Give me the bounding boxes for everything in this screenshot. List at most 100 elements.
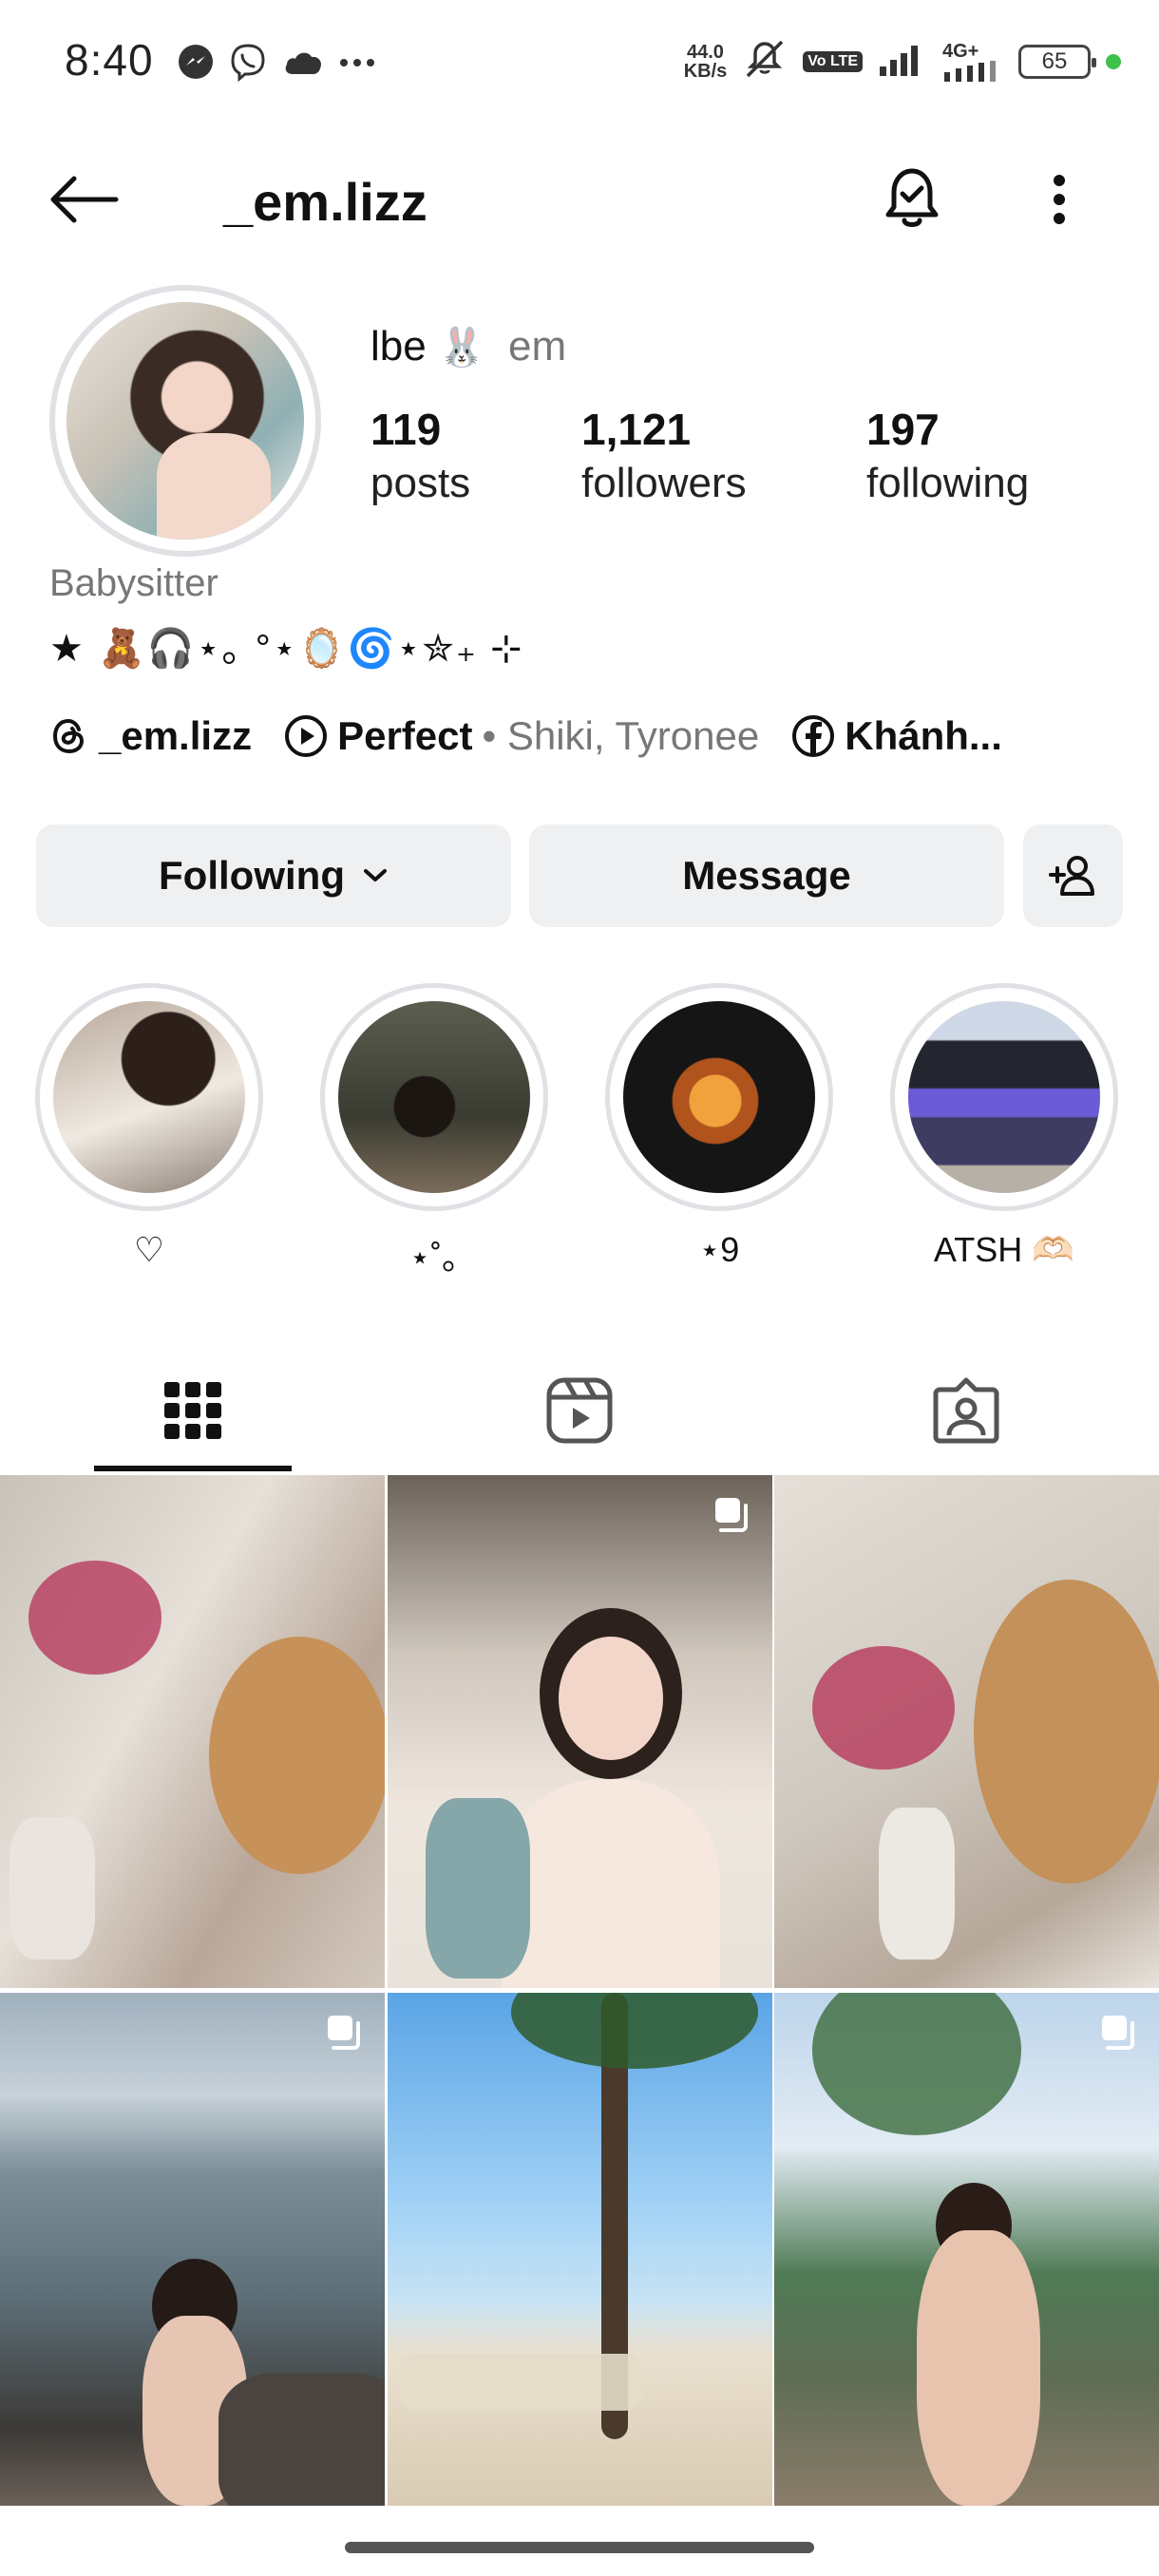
network-speed-value: 44.0 [687, 41, 724, 63]
highlight-label: ATSH 🫶🏻 [933, 1230, 1075, 1269]
palm-leaves-shape [511, 1993, 758, 2069]
highlight-cover [53, 1001, 245, 1193]
followers-label: followers [581, 460, 747, 506]
tulip-shape [28, 1561, 162, 1675]
profile-header: _em.lizz [0, 142, 1159, 256]
highlight-label: ♡ [133, 1230, 165, 1269]
back-button[interactable] [48, 169, 124, 230]
multi-photo-icon [328, 2016, 360, 2050]
body-shape [917, 2230, 1040, 2506]
face-shape [559, 1637, 663, 1760]
post-thumbnail[interactable] [388, 1993, 772, 2506]
mute-icon [742, 38, 788, 85]
more-options-button[interactable] [1036, 163, 1083, 236]
profile-links-row: _em.lizz Perfect • Shiki, Tyronee Khánh.… [49, 708, 1142, 765]
stat-posts[interactable]: 119 posts [370, 404, 470, 512]
following-button-label: Following [159, 853, 345, 898]
post-thumbnail[interactable] [774, 1993, 1159, 2506]
profile-stats: 119 posts 1,121 followers 197 following [370, 404, 1130, 518]
chair-shape [426, 1798, 530, 1979]
avatar-image [66, 302, 304, 540]
rabbit-emoji: 🐰 [437, 327, 485, 369]
music-link[interactable]: Perfect • Shiki, Tyronee [284, 713, 759, 759]
highlight-ring [320, 983, 548, 1211]
body-shape [502, 1779, 720, 1988]
battery-indicator: 65 [1018, 44, 1096, 79]
battery-level: 65 [1041, 47, 1068, 74]
hammock-shape [397, 2354, 644, 2411]
post-thumbnail[interactable] [0, 1993, 385, 2506]
story-highlight[interactable]: ⋆9 [605, 983, 833, 1270]
highlight-cover [908, 1001, 1100, 1193]
story-highlight[interactable]: ATSH 🫶🏻 [890, 983, 1118, 1270]
profile-category: Babysitter [49, 562, 218, 604]
following-button[interactable]: Following [36, 824, 511, 927]
network-speed: 44.0 KB/s [684, 43, 728, 81]
profile-bio: ★ 🧸🎧⋆｡ °⋆🪞🌀⋆✮₊ ⊹ [49, 628, 524, 670]
rock-shape [218, 2373, 385, 2506]
messenger-icon [177, 43, 215, 85]
stat-following[interactable]: 197 following [866, 404, 1029, 512]
more-dots-icon [338, 56, 376, 73]
network-speed-unit: KB/s [683, 60, 728, 82]
status-notification-icons [177, 42, 376, 86]
viber-icon [228, 42, 268, 86]
home-indicator[interactable] [345, 2542, 814, 2553]
facebook-icon [792, 715, 835, 757]
profile-username: _em.lizz [223, 172, 428, 232]
tab-reels[interactable] [480, 1344, 679, 1477]
profile-tabs [0, 1344, 1159, 1477]
cat-shape [974, 1580, 1159, 1884]
display-name-text: lbe [370, 323, 427, 369]
message-button[interactable]: Message [529, 824, 1004, 927]
story-highlight[interactable]: ⋆˚｡ [320, 983, 548, 1279]
notifications-button[interactable] [874, 160, 950, 236]
palm-leaves-shape [812, 1993, 1021, 2135]
profile-avatar[interactable] [49, 285, 321, 557]
story-highlight[interactable]: ♡ [35, 983, 263, 1270]
post-thumbnail[interactable] [774, 1475, 1159, 1988]
suggested-users-button[interactable] [1023, 824, 1123, 927]
stat-followers[interactable]: 1,121 followers [581, 404, 747, 512]
music-title: Perfect [337, 713, 473, 758]
threads-link[interactable]: _em.lizz [49, 713, 252, 759]
music-artist: • Shiki, Tyronee [482, 713, 760, 758]
chevron-down-icon [363, 869, 387, 881]
highlight-ring [605, 983, 833, 1211]
volte-badge: Vo LTE [803, 50, 863, 72]
highlight-label: ⋆9 [698, 1230, 740, 1269]
status-system-icons: 44.0 KB/s Vo LTE 4G+ 65 [684, 38, 1121, 85]
post-thumbnail[interactable] [0, 1475, 385, 1988]
bell-check-icon [885, 168, 939, 227]
posts-grid [0, 1475, 1159, 2539]
network-type: 4G+ [942, 40, 979, 62]
active-tab-indicator [94, 1466, 292, 1471]
vase-shape [879, 1808, 955, 1960]
pronoun-text: em [508, 323, 567, 369]
cat-shape [209, 1637, 385, 1874]
tab-tagged[interactable] [866, 1344, 1066, 1477]
multi-photo-icon [1102, 2016, 1134, 2050]
highlight-ring [890, 983, 1118, 1211]
back-arrow-icon [50, 176, 119, 223]
vase-shape [10, 1817, 95, 1960]
highlight-ring [35, 983, 263, 1211]
display-name: lbe 🐰 em [370, 323, 566, 370]
message-button-label: Message [682, 853, 851, 898]
tagged-person-icon [933, 1377, 999, 1444]
add-user-icon [1048, 856, 1094, 896]
facebook-name: Khánh... [845, 713, 1002, 758]
threads-icon [52, 718, 85, 754]
following-count: 197 [866, 405, 940, 454]
post-thumbnail[interactable] [388, 1475, 772, 1988]
posts-count: 119 [370, 405, 442, 454]
cloud-icon [281, 46, 325, 83]
reels-icon [546, 1377, 613, 1444]
posts-label: posts [370, 460, 471, 506]
tab-posts-grid[interactable] [93, 1344, 293, 1477]
more-vertical-icon [1054, 175, 1065, 224]
facebook-link[interactable]: Khánh... [791, 713, 1002, 759]
privacy-indicator-dot [1106, 53, 1121, 69]
status-time: 8:40 [65, 35, 154, 85]
wifi-icon [944, 60, 996, 82]
